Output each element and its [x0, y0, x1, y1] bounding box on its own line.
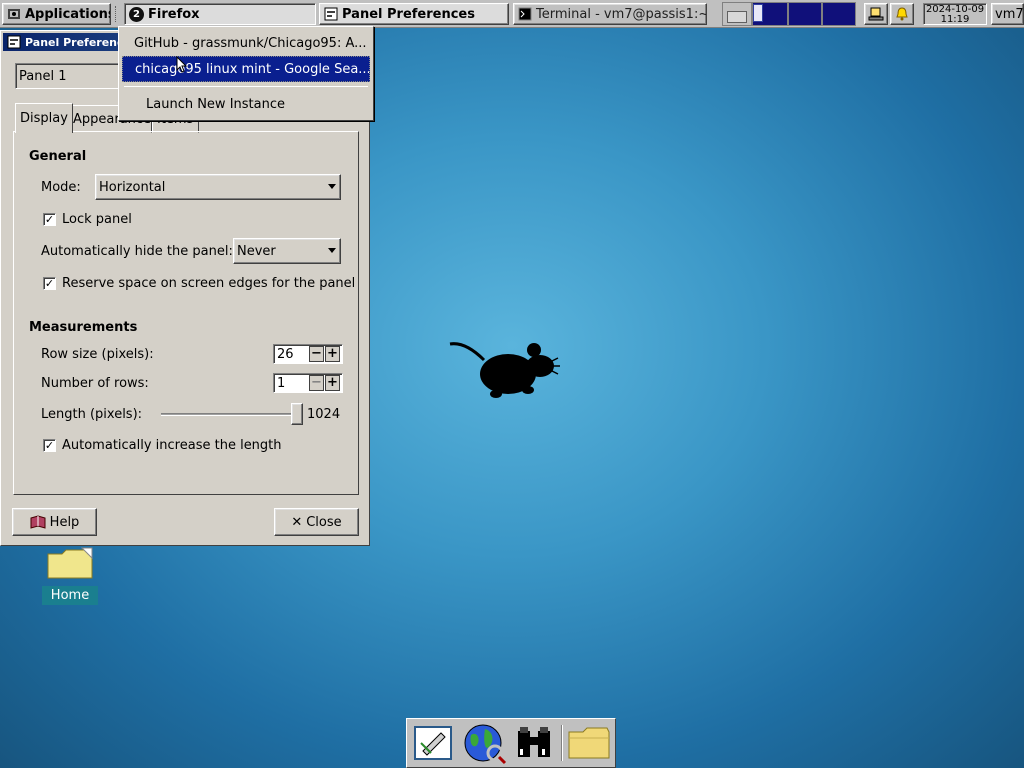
desktop-icon-home[interactable]: Home: [42, 546, 98, 605]
folder-icon: [568, 727, 610, 759]
close-button-label: Close: [306, 514, 342, 530]
lock-panel-checkbox[interactable]: ✓: [43, 213, 56, 226]
applications-icon: [8, 9, 20, 19]
settings-window-icon: [7, 35, 21, 49]
reserve-space-label: Reserve space on screen edges for the pa…: [62, 276, 356, 291]
auto-length-checkbox[interactable]: ✓: [43, 439, 56, 452]
bell-icon: [896, 7, 908, 21]
length-value: 1024: [307, 407, 341, 422]
workspace-4[interactable]: [822, 2, 856, 26]
menu-item-google-search[interactable]: chicago95 linux mint - Google Sea...: [122, 56, 370, 82]
user-menu-button[interactable]: vm7: [991, 3, 1024, 25]
workspace-1[interactable]: [722, 2, 752, 26]
length-slider-handle[interactable]: [291, 403, 303, 425]
globe-icon: [464, 724, 506, 765]
user-label: vm7: [995, 6, 1024, 22]
menu-separator: [124, 86, 368, 87]
autohide-value: Never: [237, 243, 276, 259]
tab-display-label: Display: [20, 111, 68, 126]
dock-search[interactable]: [510, 721, 559, 765]
help-book-icon: [30, 515, 46, 529]
taskbar-firefox[interactable]: 2 Firefox: [124, 3, 316, 25]
xfce-mouse-logo-icon: [449, 342, 560, 398]
menu-item-github[interactable]: GitHub - grassmunk/Chicago95: A...: [122, 30, 370, 56]
clock[interactable]: 2024-10-09 11:19: [923, 3, 987, 25]
close-button[interactable]: ✕ Close: [274, 508, 359, 536]
workspace-switcher[interactable]: [722, 2, 856, 26]
chevron-down-icon: [328, 248, 336, 253]
mouse-pointer-icon: [176, 56, 188, 73]
binoculars-icon: [518, 727, 551, 757]
dock-separator: [560, 725, 563, 761]
taskbar-panel-preferences[interactable]: Panel Preferences: [319, 3, 509, 25]
lock-panel-label: Lock panel: [62, 212, 132, 227]
dock-file-manager[interactable]: [565, 721, 614, 765]
panel-separator: [115, 6, 118, 22]
mode-label: Mode:: [41, 180, 81, 195]
workspace-3[interactable]: [788, 2, 822, 26]
bottom-dock: [406, 718, 616, 768]
text-editor-icon: [414, 726, 453, 760]
firefox-window-menu: GitHub - grassmunk/Chicago95: A... chica…: [118, 26, 374, 121]
terminal-icon: [518, 7, 532, 21]
help-button[interactable]: Help: [12, 508, 97, 536]
rows-value: 1: [277, 375, 286, 391]
length-slider-track[interactable]: [161, 413, 301, 416]
taskbar-terminal-label: Terminal - vm7@passis1:~: [536, 6, 707, 22]
folder-icon: [47, 547, 93, 579]
menu-item-google-search-label: chicago95 linux mint - Google Sea...: [135, 61, 370, 77]
taskbar-panel-preferences-label: Panel Preferences: [342, 6, 475, 22]
launch-new-instance-label: Launch New Instance: [146, 96, 285, 112]
mode-value: Horizontal: [99, 179, 166, 195]
row-size-value: 26: [277, 346, 294, 362]
notifications-tray-button[interactable]: [890, 3, 914, 25]
network-icon: [868, 7, 884, 21]
plus-icon[interactable]: +: [325, 346, 340, 362]
length-label: Length (pixels):: [41, 407, 143, 422]
dock-web-browser[interactable]: [460, 721, 509, 765]
row-size-spinner[interactable]: 26 − +: [273, 344, 343, 364]
help-button-label: Help: [49, 514, 80, 530]
firefox-group-badge: 2: [129, 6, 144, 22]
close-icon: ✕: [291, 514, 303, 530]
panel-selector-value: Panel 1: [19, 68, 67, 84]
autohide-label: Automatically hide the panel:: [41, 244, 233, 259]
mode-dropdown[interactable]: Horizontal: [95, 174, 341, 200]
tab-display[interactable]: Display: [15, 103, 73, 133]
autohide-dropdown[interactable]: Never: [233, 238, 341, 264]
minus-icon[interactable]: −: [309, 375, 324, 391]
panel-selector[interactable]: Panel 1: [15, 63, 119, 89]
chevron-down-icon: [328, 184, 336, 189]
applications-menu-button[interactable]: Applications: [2, 3, 111, 25]
clock-time: 11:19: [940, 14, 970, 25]
taskbar-firefox-label: Firefox: [148, 6, 200, 22]
top-panel: Applications 2 Firefox Panel Preferences…: [0, 0, 1024, 28]
general-heading: General: [29, 149, 87, 164]
rows-label: Number of rows:: [41, 376, 149, 391]
desktop-icon-home-label: Home: [42, 586, 98, 605]
rows-spinner[interactable]: 1 − +: [273, 373, 343, 393]
plus-icon[interactable]: +: [325, 375, 340, 391]
network-tray-button[interactable]: [864, 3, 888, 25]
measurements-heading: Measurements: [29, 320, 138, 335]
row-size-label: Row size (pixels):: [41, 347, 154, 362]
minus-icon[interactable]: −: [309, 346, 324, 362]
auto-length-label: Automatically increase the length: [62, 438, 282, 453]
menu-item-github-label: GitHub - grassmunk/Chicago95: A...: [134, 35, 367, 51]
menu-item-launch-new-instance[interactable]: Launch New Instance: [122, 91, 370, 117]
dock-text-editor[interactable]: [409, 721, 458, 765]
taskbar-terminal[interactable]: Terminal - vm7@passis1:~: [513, 3, 707, 25]
reserve-space-checkbox[interactable]: ✓: [43, 277, 56, 290]
workspace-2[interactable]: [752, 2, 788, 26]
settings-window-icon: [324, 7, 338, 21]
applications-label: Applications: [25, 6, 111, 22]
